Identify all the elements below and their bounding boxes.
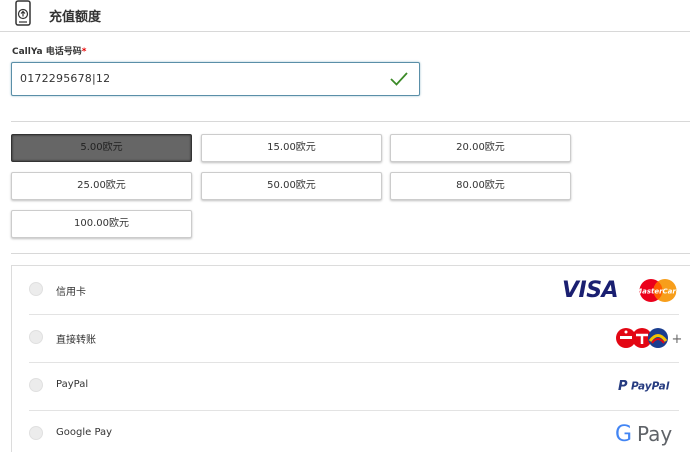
divider	[11, 121, 690, 122]
page-header: 充值额度	[0, 0, 690, 32]
phone-number-label: CallYa 电话号码*	[12, 47, 87, 57]
payment-label: 信用卡	[56, 287, 86, 298]
payment-option-bank-transfer[interactable]: 直接转账 +	[12, 314, 690, 362]
page-title: 充值额度	[49, 10, 102, 25]
phone-number-value: 0172295678|12	[20, 72, 111, 85]
payment-label: Google Pay	[56, 427, 113, 438]
payment-option-paypal[interactable]: PayPal P PayPal	[12, 362, 690, 410]
google-g-mark: G	[615, 422, 632, 447]
amount-option-20[interactable]: 20.00欧元	[390, 134, 571, 162]
mastercard-text: MasterCard	[637, 288, 679, 296]
payment-option-credit-card[interactable]: 信用卡 VISA MasterCard	[12, 266, 690, 314]
radio-button[interactable]	[29, 426, 43, 440]
sofort-icon: +	[616, 328, 683, 348]
amount-option-50[interactable]: 50.00欧元	[201, 172, 382, 200]
pay-wordmark: Pay	[637, 422, 672, 446]
payment-option-google-pay[interactable]: Google Pay G Pay	[12, 410, 690, 458]
amount-option-5[interactable]: 5.00欧元	[11, 134, 192, 162]
payment-label: PayPal	[56, 379, 89, 390]
more-methods-plus: +	[672, 332, 683, 347]
google-pay-logo: G Pay	[615, 422, 672, 447]
amount-option-80[interactable]: 80.00欧元	[390, 172, 571, 200]
paypal-logo: P PayPal	[618, 379, 670, 393]
required-marker: *	[81, 47, 87, 57]
radio-button[interactable]	[29, 282, 43, 296]
checkmark-icon	[390, 72, 408, 86]
payment-label: 直接转账	[56, 335, 96, 346]
divider	[11, 253, 690, 254]
mastercard-logo: MasterCard	[637, 279, 679, 302]
paypal-p-mark: P	[618, 379, 628, 393]
phone-topup-icon	[15, 0, 31, 26]
amount-option-100[interactable]: 100.00欧元	[11, 210, 192, 238]
paypal-wordmark: PayPal	[631, 381, 670, 393]
amount-option-25[interactable]: 25.00欧元	[11, 172, 192, 200]
visa-logo: VISA	[562, 278, 619, 303]
phone-number-input[interactable]: 0172295678|12	[11, 62, 420, 96]
radio-button[interactable]	[29, 330, 43, 344]
payment-method-list: 信用卡 VISA MasterCard 直接转账 + PayPal P PayP…	[11, 265, 690, 452]
amount-option-15[interactable]: 15.00欧元	[201, 134, 382, 162]
radio-button[interactable]	[29, 378, 43, 392]
